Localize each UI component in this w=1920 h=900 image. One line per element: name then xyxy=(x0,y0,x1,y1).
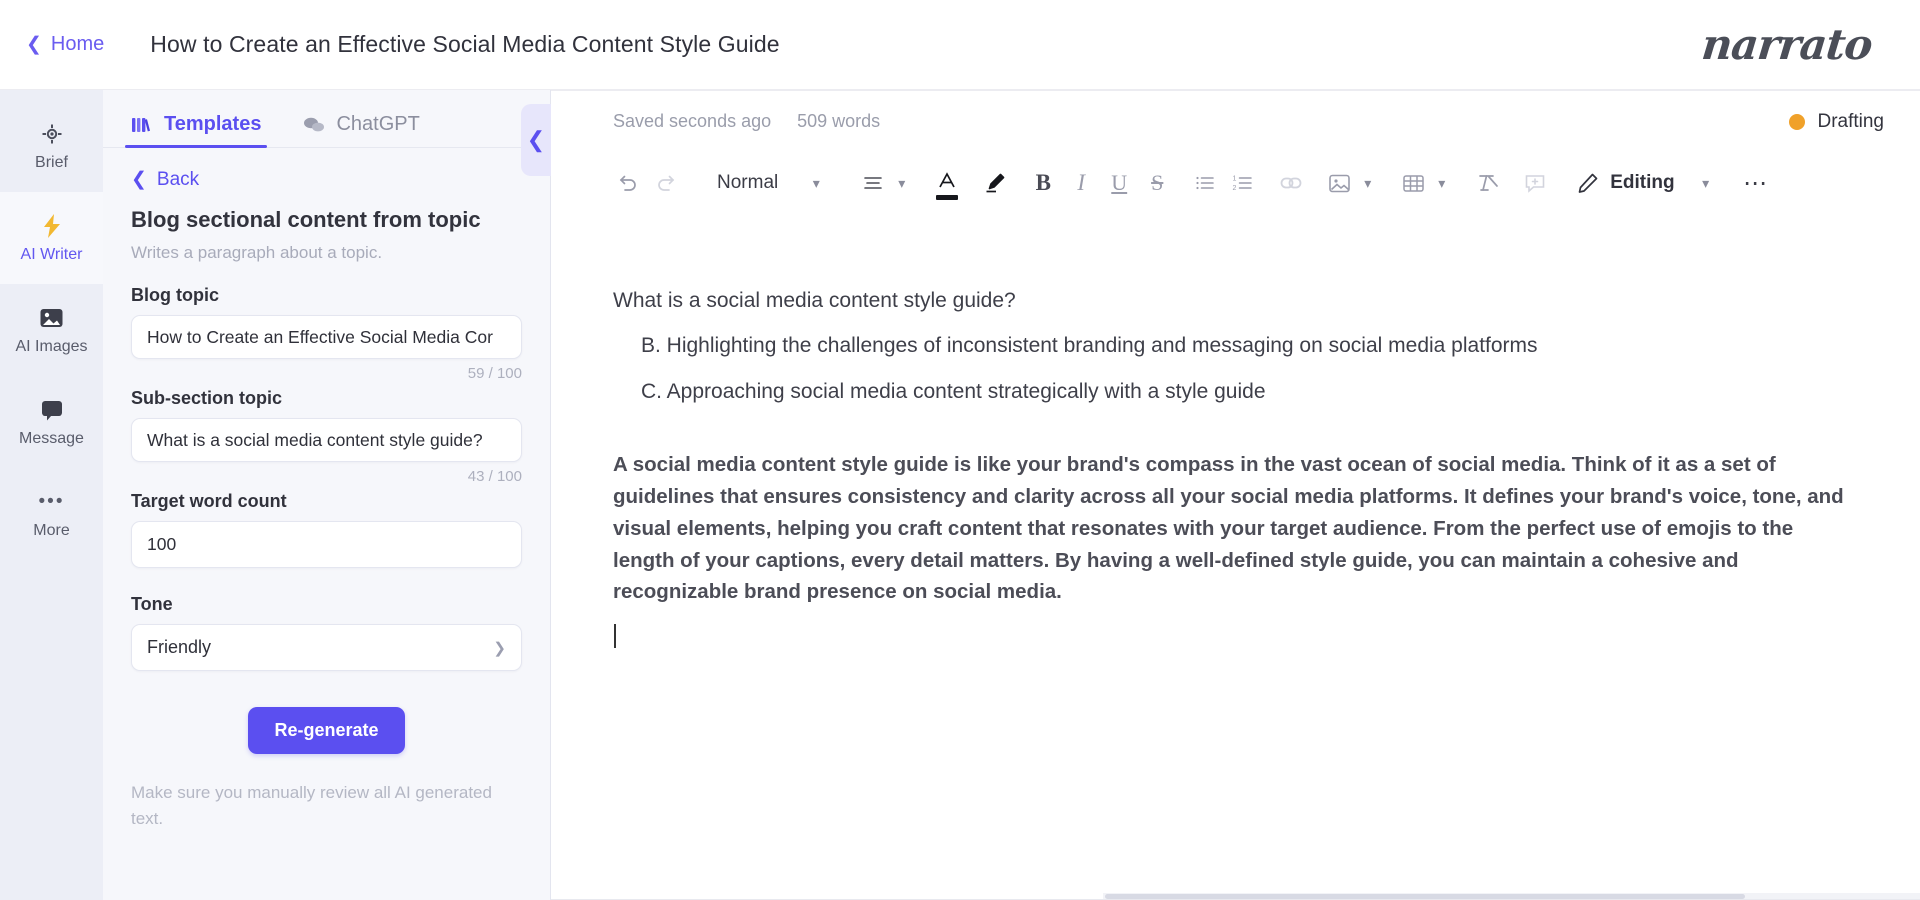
tab-templates[interactable]: Templates xyxy=(125,113,268,148)
templates-panel: Templates ChatGPT ❮ Back Blog sectional … xyxy=(103,90,551,900)
strikethrough-button[interactable]: S xyxy=(1138,163,1176,203)
ai-review-note: Make sure you manually review all AI gen… xyxy=(131,783,492,828)
editor-status-bar: Saved seconds ago 509 words Drafting xyxy=(551,90,1920,152)
sidebar-item-message[interactable]: Message xyxy=(0,376,103,468)
block-style-chevron-down-icon[interactable]: ▾ xyxy=(788,175,844,192)
clear-format-icon[interactable] xyxy=(1468,163,1506,203)
blog-topic-counter: 59 / 100 xyxy=(467,365,522,382)
collapse-panel-button[interactable]: ❮ xyxy=(521,104,551,176)
sidebar-item-label: AI Images xyxy=(15,338,88,355)
sidebar-item-label: More xyxy=(33,522,70,539)
more-options-icon[interactable]: ⋯ xyxy=(1737,163,1775,203)
status-label: Drafting xyxy=(1817,110,1884,132)
sub-section-topic-counter: 43 / 100 xyxy=(467,468,522,485)
underline-button[interactable]: U xyxy=(1100,163,1138,203)
document-canvas[interactable]: What is a social media content style gui… xyxy=(551,214,1920,900)
document-heading-line: What is a social media content style gui… xyxy=(613,289,1016,312)
tone-selected-value: Friendly xyxy=(147,637,212,657)
chat-bubbles-icon xyxy=(303,115,325,135)
text-cursor xyxy=(613,608,1860,649)
highlighter-icon[interactable] xyxy=(976,163,1014,203)
link-icon[interactable] xyxy=(1272,163,1310,203)
top-bar: ❮ Home How to Create an Effective Social… xyxy=(0,0,1920,90)
document-paragraph: A social media content style guide is li… xyxy=(613,453,1844,604)
image-icon xyxy=(39,305,65,331)
sidebar-item-label: AI Writer xyxy=(20,246,83,263)
align-chevron-down-icon[interactable]: ▾ xyxy=(892,175,918,192)
template-title: Blog sectional content from topic xyxy=(131,207,481,232)
tone-select[interactable]: Friendly ❯ xyxy=(131,624,522,671)
svg-text:1: 1 xyxy=(1233,176,1237,183)
blog-topic-label: Blog topic xyxy=(131,285,219,305)
editor-toolbar: Normal ▾ ▾ B I U S 1 2 ▾ ▾ Editing ▾ ⋯ xyxy=(551,152,1920,214)
panel-content: ❮ Back Blog sectional content from topic… xyxy=(103,148,550,900)
target-word-count-label: Target word count xyxy=(131,491,287,511)
editing-mode-button[interactable]: Editing xyxy=(1576,163,1675,203)
align-icon[interactable] xyxy=(854,163,892,203)
document-bullet-c: C. Approaching social media content stra… xyxy=(641,379,1266,403)
chevron-down-icon: ❯ xyxy=(493,639,506,657)
chat-bubble-icon xyxy=(39,397,65,423)
document-title: How to Create an Effective Social Media … xyxy=(150,31,780,57)
back-button[interactable]: ❮ Back xyxy=(131,148,522,205)
chevron-left-icon: ❮ xyxy=(526,127,546,152)
home-label: Home xyxy=(50,33,105,55)
blog-topic-input[interactable]: How to Create an Effective Social Media … xyxy=(131,315,522,359)
document-bullet-b: B. Highlighting the challenges of incons… xyxy=(641,334,1538,358)
chevron-left-icon: ❮ xyxy=(26,34,42,55)
sidebar-item-ai-images[interactable]: AI Images xyxy=(0,284,103,376)
image-chevron-down-icon[interactable]: ▾ xyxy=(1358,175,1384,192)
brand-logo[interactable]: narrato xyxy=(1699,20,1886,69)
sub-section-topic-input[interactable]: What is a social media content style gui… xyxy=(131,418,522,462)
tab-label: Templates xyxy=(164,113,262,135)
redo-icon[interactable] xyxy=(647,163,685,203)
logo-text: narrato xyxy=(1699,20,1875,69)
block-style-label[interactable]: Normal xyxy=(707,172,788,194)
back-label: Back xyxy=(156,168,200,190)
tab-label: ChatGPT xyxy=(336,113,420,135)
template-subtitle: Writes a paragraph about a topic. xyxy=(131,243,383,262)
regenerate-button[interactable]: Re-generate xyxy=(248,707,405,754)
panel-tabs: Templates ChatGPT xyxy=(103,90,550,148)
italic-button[interactable]: I xyxy=(1062,163,1100,203)
sub-section-topic-label: Sub-section topic xyxy=(131,388,283,408)
target-word-count-input[interactable]: 100 xyxy=(131,521,522,568)
editing-mode-chevron-down-icon[interactable]: ▾ xyxy=(1675,175,1737,192)
pencil-icon xyxy=(1576,163,1600,203)
app-root: ❮ Home How to Create an Effective Social… xyxy=(0,0,1920,900)
tab-chatgpt[interactable]: ChatGPT xyxy=(297,113,425,147)
sidebar-item-more[interactable]: ••• More xyxy=(0,468,103,560)
table-icon[interactable] xyxy=(1394,163,1432,203)
image-icon[interactable] xyxy=(1320,163,1358,203)
sidebar-item-label: Message xyxy=(19,430,84,447)
status-badge[interactable]: Drafting xyxy=(1789,111,1884,133)
saved-status: Saved seconds ago xyxy=(613,111,772,131)
sidebar-item-ai-writer[interactable]: AI Writer xyxy=(0,192,103,284)
add-comment-icon[interactable] xyxy=(1516,163,1554,203)
status-dot-icon xyxy=(1789,113,1806,130)
bold-button[interactable]: B xyxy=(1024,163,1062,203)
undo-icon[interactable] xyxy=(609,163,647,203)
target-icon xyxy=(39,121,65,147)
ellipsis-icon: ••• xyxy=(38,491,65,513)
editing-mode-label: Editing xyxy=(1610,172,1675,193)
word-count: 509 words xyxy=(797,111,881,131)
numbered-list-icon[interactable]: 1 2 xyxy=(1224,163,1262,203)
left-icon-rail: Brief AI Writer AI Images Message ••• Mo… xyxy=(0,90,103,900)
lightning-bolt-icon xyxy=(39,213,65,239)
main-body: Brief AI Writer AI Images Message ••• Mo… xyxy=(0,90,1920,900)
chevron-left-icon: ❮ xyxy=(131,169,147,190)
tone-label: Tone xyxy=(131,594,173,614)
sidebar-item-label: Brief xyxy=(35,154,68,171)
regenerate-row: Re-generate xyxy=(131,707,522,754)
home-back-link[interactable]: ❮ Home xyxy=(18,27,112,62)
document-editor: Saved seconds ago 509 words Drafting Nor… xyxy=(551,90,1920,900)
text-color-icon[interactable] xyxy=(928,163,966,203)
svg-text:2: 2 xyxy=(1233,185,1237,192)
templates-grid-icon xyxy=(131,115,153,135)
table-chevron-down-icon[interactable]: ▾ xyxy=(1432,175,1458,192)
bullet-list-icon[interactable] xyxy=(1186,163,1224,203)
sidebar-item-brief[interactable]: Brief xyxy=(0,100,103,192)
